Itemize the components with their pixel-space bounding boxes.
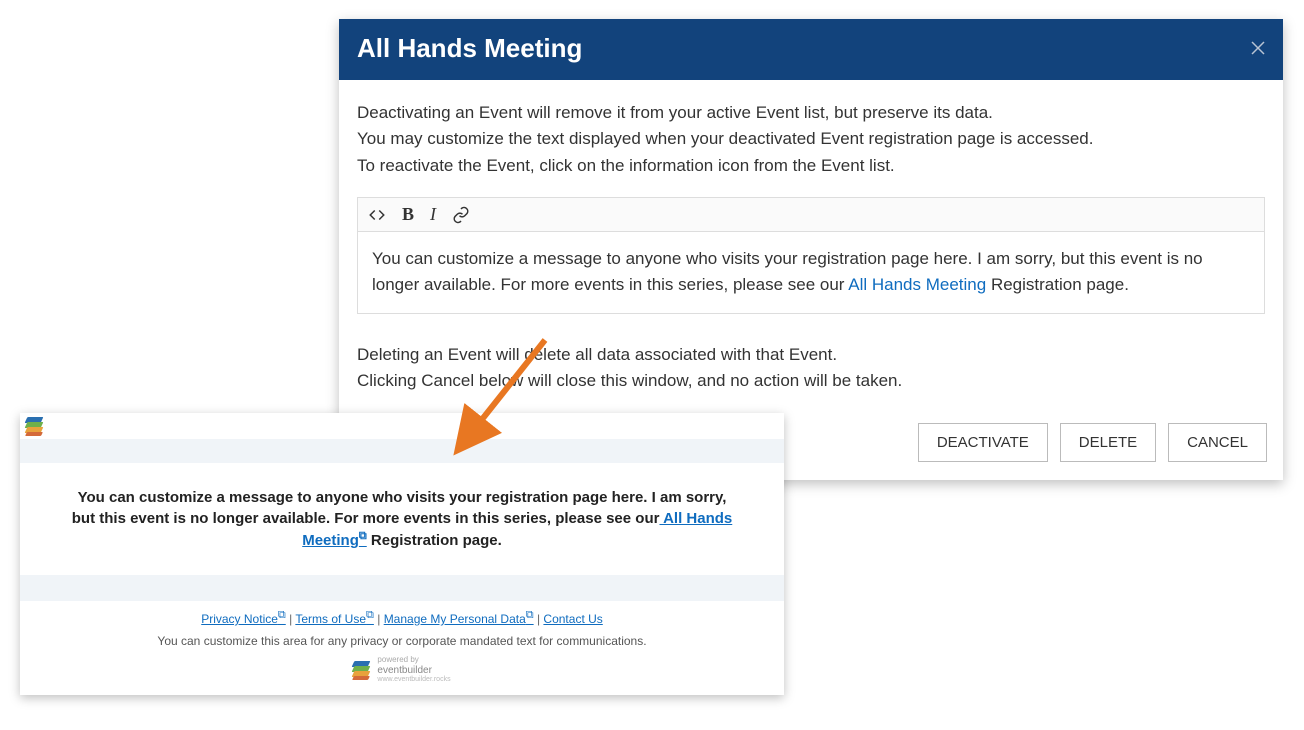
preview-footer: Privacy Notice⧉ | Terms of Use⧉ | Manage… — [20, 601, 784, 695]
registration-preview: You can customize a message to anyone wh… — [20, 413, 784, 695]
post-text: Deleting an Event will delete all data a… — [357, 342, 1265, 395]
preview-text-before: You can customize a message to anyone wh… — [72, 489, 727, 527]
deactivate-button[interactable]: DEACTIVATE — [918, 423, 1048, 462]
cancel-button[interactable]: CANCEL — [1168, 423, 1267, 462]
external-link-icon: ⧉ — [366, 609, 374, 621]
logo-icon — [26, 417, 46, 437]
editor-text-after: Registration page. — [986, 275, 1129, 294]
intro-line3: To reactivate the Event, click on the in… — [357, 153, 1265, 179]
deactivate-modal: All Hands Meeting Deactivating an Event … — [339, 19, 1283, 480]
post-line2: Clicking Cancel below will close this wi… — [357, 368, 1265, 394]
delete-button[interactable]: DELETE — [1060, 423, 1156, 462]
link-button[interactable] — [452, 206, 470, 224]
footer-links: Privacy Notice⧉ | Terms of Use⧉ | Manage… — [30, 609, 774, 626]
modal-body: Deactivating an Event will remove it fro… — [339, 80, 1283, 409]
manage-data-link[interactable]: Manage My Personal Data⧉ — [384, 612, 534, 626]
powered-url: www.eventbuilder.rocks — [377, 676, 450, 684]
powered-label: powered by — [377, 656, 450, 665]
intro-text: Deactivating an Event will remove it fro… — [357, 100, 1265, 179]
intro-line2: You may customize the text displayed whe… — [357, 126, 1265, 152]
external-link-icon: ⧉ — [278, 609, 286, 621]
powered-brand: eventbuilder — [377, 665, 450, 676]
powered-by: powered by eventbuilder www.eventbuilder… — [30, 656, 774, 683]
intro-line1: Deactivating an Event will remove it fro… — [357, 100, 1265, 126]
code-icon — [368, 206, 386, 224]
editor-link[interactable]: All Hands Meeting — [848, 275, 986, 294]
preview-topbar — [20, 413, 784, 439]
preview-message: You can customize a message to anyone wh… — [20, 463, 784, 575]
editor-toolbar: B I — [358, 198, 1264, 232]
footer-disclaimer: You can customize this area for any priv… — [30, 634, 774, 648]
post-line1: Deleting an Event will delete all data a… — [357, 342, 1265, 368]
separator: | — [374, 612, 384, 626]
separator: | — [534, 612, 544, 626]
preview-text-after: Registration page. — [367, 532, 502, 549]
contact-link[interactable]: Contact Us — [543, 612, 602, 626]
preview-band-bottom — [20, 575, 784, 601]
link-icon — [452, 206, 470, 224]
preview-band-top — [20, 439, 784, 463]
modal-title: All Hands Meeting — [357, 33, 582, 64]
bold-button[interactable]: B — [402, 204, 414, 225]
code-button[interactable] — [368, 206, 386, 224]
eventbuilder-logo-icon — [353, 661, 371, 679]
editor-content[interactable]: You can customize a message to anyone wh… — [358, 232, 1264, 313]
separator: | — [286, 612, 296, 626]
external-link-icon: ⧉ — [526, 609, 534, 621]
close-icon — [1251, 41, 1265, 55]
privacy-link[interactable]: Privacy Notice⧉ — [201, 612, 286, 626]
close-button[interactable] — [1251, 39, 1265, 59]
terms-link[interactable]: Terms of Use⧉ — [295, 612, 374, 626]
powered-text: powered by eventbuilder www.eventbuilder… — [377, 656, 450, 683]
external-link-icon: ⧉ — [359, 530, 367, 542]
richtext-editor: B I You can customize a message to anyon… — [357, 197, 1265, 314]
modal-header: All Hands Meeting — [339, 19, 1283, 80]
italic-button[interactable]: I — [430, 204, 436, 225]
